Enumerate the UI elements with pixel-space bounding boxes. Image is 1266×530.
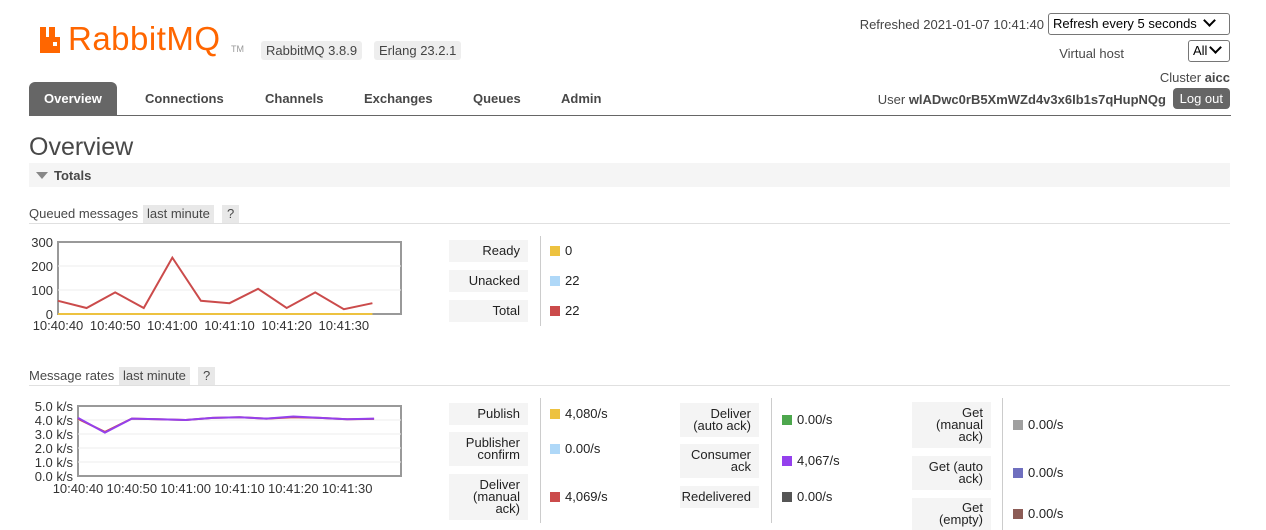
queued-help-button[interactable]: ? bbox=[222, 205, 240, 223]
tab-admin[interactable]: Admin bbox=[561, 82, 601, 115]
stats-divider bbox=[540, 236, 541, 326]
virtual-host-select[interactable]: All bbox=[1188, 40, 1230, 62]
queued-stat-label: Unacked bbox=[449, 270, 528, 292]
rate-stat-label: Redelivered bbox=[680, 486, 759, 508]
logo-text: RabbitMQ bbox=[68, 20, 221, 57]
chart-y-tick-label: 100 bbox=[31, 283, 53, 298]
legend-swatch bbox=[550, 409, 560, 419]
legend-swatch bbox=[782, 415, 792, 425]
queued-stat-label: Total bbox=[449, 300, 528, 322]
chart-x-tick-label: 10:41:10 bbox=[214, 481, 265, 496]
chart-y-tick-label: 4.0 k/s bbox=[35, 413, 74, 428]
main-nav-tabs: Overview Connections Channels Exchanges … bbox=[29, 82, 1231, 116]
tab-exchanges[interactable]: Exchanges bbox=[364, 82, 433, 115]
stats-divider bbox=[540, 398, 541, 523]
rates-range-select[interactable]: last minute bbox=[119, 367, 190, 385]
stats-divider bbox=[1002, 398, 1003, 530]
rate-stat-label: Get (manual ack) bbox=[912, 402, 991, 448]
chart-x-tick-label: 10:41:20 bbox=[261, 318, 312, 333]
chart-x-tick-label: 10:40:50 bbox=[90, 318, 141, 333]
chart-x-tick-label: 10:41:00 bbox=[160, 481, 211, 496]
legend-swatch bbox=[550, 276, 560, 286]
rate-stat-value: 4,067/s bbox=[797, 453, 840, 468]
tab-connections[interactable]: Connections bbox=[145, 82, 224, 115]
chart-y-tick-label: 2.0 k/s bbox=[35, 441, 74, 456]
chart-x-tick-label: 10:41:20 bbox=[268, 481, 319, 496]
collapse-triangle-icon bbox=[36, 172, 48, 179]
page-title: Overview bbox=[29, 133, 134, 161]
chart-x-tick-label: 10:41:10 bbox=[204, 318, 255, 333]
queued-stat-value: 0 bbox=[565, 243, 573, 258]
virtual-host-label: Virtual host bbox=[1059, 46, 1124, 61]
rate-stat-label: Deliver (manual ack) bbox=[449, 474, 528, 520]
chart-x-tick-label: 10:40:50 bbox=[107, 481, 158, 496]
rate-stat-value: 0.00/s bbox=[1028, 465, 1064, 480]
rates-help-button[interactable]: ? bbox=[198, 367, 216, 385]
stats-divider bbox=[771, 398, 772, 523]
chart-x-tick-label: 10:41:30 bbox=[322, 481, 373, 496]
rate-stat-label: Get (auto ack) bbox=[912, 456, 991, 490]
refresh-interval-value: Refresh every 5 seconds bbox=[1053, 16, 1197, 31]
rate-stat-value: 0.00/s bbox=[1028, 506, 1064, 521]
refreshed-timestamp: Refreshed 2021-01-07 10:41:40 bbox=[859, 17, 1044, 32]
legend-swatch bbox=[1013, 509, 1023, 519]
rate-stat-value: 0.00/s bbox=[797, 489, 833, 504]
totals-section-toggle[interactable]: Totals bbox=[29, 163, 1230, 187]
queued-stat-label: Ready bbox=[449, 240, 528, 262]
legend-swatch bbox=[550, 444, 560, 454]
virtual-host-value: All bbox=[1193, 43, 1208, 58]
rate-stat-label: Get (empty) bbox=[912, 498, 991, 530]
chart-y-tick-label: 200 bbox=[31, 259, 53, 274]
chart-y-tick-label: 3.0 k/s bbox=[35, 427, 74, 442]
tab-queues[interactable]: Queues bbox=[473, 82, 521, 115]
logo-trademark: TM bbox=[231, 44, 244, 54]
section-divider bbox=[29, 385, 1230, 386]
chart-y-tick-label: 1.0 k/s bbox=[35, 455, 74, 470]
chart-y-tick-label: 5.0 k/s bbox=[35, 399, 74, 414]
legend-swatch bbox=[550, 492, 560, 502]
queued-stat-value: 22 bbox=[565, 303, 580, 318]
chart-x-tick-label: 10:40:40 bbox=[53, 481, 104, 496]
rate-stat-value: 0.00/s bbox=[565, 441, 601, 456]
tab-overview[interactable]: Overview bbox=[29, 82, 117, 115]
queued-range-select[interactable]: last minute bbox=[143, 205, 214, 223]
rate-stat-label: Publisher confirm bbox=[449, 432, 528, 466]
chart-y-tick-label: 300 bbox=[31, 235, 53, 250]
totals-label: Totals bbox=[54, 168, 92, 183]
rate-stat-label: Deliver (auto ack) bbox=[680, 403, 759, 437]
legend-swatch bbox=[550, 246, 560, 256]
rate-stat-label: Consumer ack bbox=[680, 444, 759, 478]
rabbitmq-version-badge: RabbitMQ 3.8.9 bbox=[261, 41, 363, 60]
legend-swatch bbox=[550, 306, 560, 316]
rate-stat-value: 0.00/s bbox=[797, 412, 833, 427]
legend-swatch bbox=[782, 492, 792, 502]
queued-messages-label: Queued messages bbox=[29, 206, 139, 221]
rabbitmq-logo-icon bbox=[40, 27, 66, 53]
chevron-down-icon bbox=[1202, 14, 1216, 27]
legend-swatch bbox=[1013, 468, 1023, 478]
rate-stat-value: 0.00/s bbox=[1028, 417, 1064, 432]
erlang-version-badge: Erlang 23.2.1 bbox=[374, 41, 462, 60]
queued-messages-chart: 300200100010:40:40 10:40:50 10:41:00 10:41:… bbox=[31, 235, 402, 333]
chart-x-tick-label: 10:40:40 bbox=[33, 318, 84, 333]
queued-stat-value: 22 bbox=[565, 273, 580, 288]
message-rates-chart: 5.0 k/s4.0 k/s3.0 k/s2.0 k/s1.0 k/s0.0 k… bbox=[35, 399, 402, 496]
section-divider bbox=[29, 223, 1230, 224]
tab-channels[interactable]: Channels bbox=[265, 82, 324, 115]
chart-x-tick-label: 10:41:30 bbox=[319, 318, 370, 333]
rate-stat-value: 4,069/s bbox=[565, 489, 608, 504]
rate-stat-label: Publish bbox=[449, 403, 528, 425]
chart-x-tick-label: 10:41:00 bbox=[147, 318, 198, 333]
message-rates-label: Message rates bbox=[29, 368, 115, 383]
rate-stat-value: 4,080/s bbox=[565, 406, 608, 421]
legend-swatch bbox=[1013, 420, 1023, 430]
chevron-down-icon bbox=[1209, 41, 1223, 54]
refresh-interval-select[interactable]: Refresh every 5 seconds bbox=[1048, 13, 1230, 35]
legend-swatch bbox=[782, 456, 792, 466]
